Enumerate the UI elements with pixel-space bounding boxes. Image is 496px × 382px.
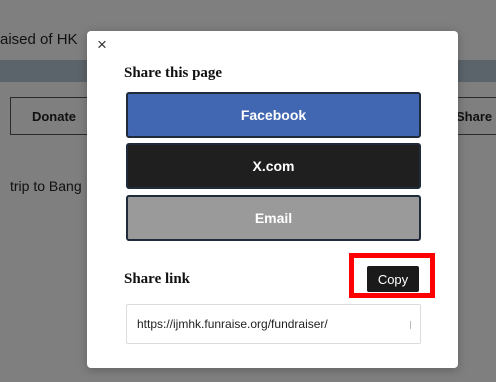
share-link-label: Share link [124,271,190,287]
xcom-share-button[interactable]: X.com [126,143,421,189]
field-scroll-indicator [410,321,411,329]
close-icon[interactable]: × [94,36,110,53]
share-link-field[interactable]: https://ijmhk.funraise.org/fundraiser/ [126,304,421,344]
facebook-share-button[interactable]: Facebook [126,92,421,138]
share-modal: × Share this page Facebook X.com Email S… [87,31,458,368]
copy-button[interactable]: Copy [367,266,419,292]
email-share-button[interactable]: Email [126,195,421,241]
modal-title: Share this page [124,65,223,81]
